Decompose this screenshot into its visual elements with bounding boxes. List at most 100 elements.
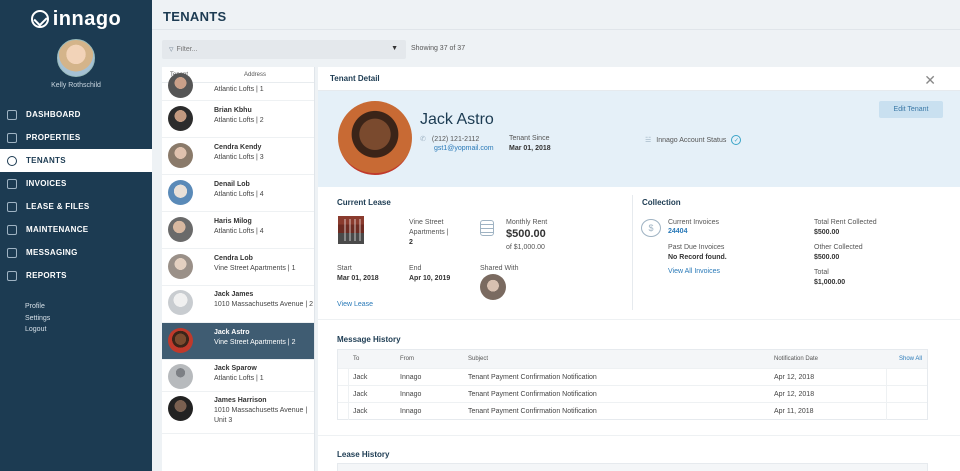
reports-icon [7,270,17,281]
column-date[interactable]: Notification Date [774,356,818,362]
table-row[interactable]: Jack Innago Tenant Payment Confirmation … [338,368,927,386]
nav-label: INVOICES [26,179,67,188]
user-avatar[interactable] [57,39,95,77]
result-count: Showing 37 of 37 [411,45,466,52]
tenant-name: James Harrison [214,397,267,404]
cell-divider [886,403,887,420]
tenant-avatar [168,106,193,131]
cell-divider [348,369,349,386]
tenant-address: 1010 Massachusetts Avenue | Unit 3 [214,407,308,424]
filter-input[interactable] [176,46,377,53]
nav-item-invoices[interactable]: INVOICES [0,172,152,195]
tenant-avatar [168,396,193,421]
lease-end-value: Apr 10, 2019 [409,275,451,282]
shared-with-label: Shared With [480,265,519,272]
brand-logo[interactable]: innago [0,2,152,36]
current-invoices-label: Current Invoices [668,219,719,226]
money-stack-icon [480,220,494,236]
tenant-name: Cendra Lob [214,255,253,262]
shared-tenant-avatar[interactable] [480,274,506,300]
tenant-name: Jack Sparow [214,365,257,372]
cell-divider [886,369,887,386]
tenant-since-value: Mar 01, 2018 [509,145,551,152]
column-from[interactable]: From [400,356,414,362]
show-all-link[interactable]: Show All [899,356,922,362]
detail-title: Tenant Detail [330,74,380,83]
nav-item-reports[interactable]: REPORTS [0,264,152,287]
list-item[interactable]: Jack James 1010 Massachusetts Avenue | 2 [162,286,314,323]
monthly-rent-label: Monthly Rent [506,219,548,226]
nav-item-messaging[interactable]: MESSAGING [0,241,152,264]
account-status-label: Innago Account Status [656,136,727,144]
edit-tenant-button[interactable]: Edit Tenant [879,101,943,118]
detail-header: Tenant Detail ✕ [318,67,960,91]
tenant-phone: ✆ (212) 121-2112 [420,135,479,143]
close-icon[interactable]: ✕ [924,72,936,89]
nav-item-lease-files[interactable]: LEASE & FILES [0,195,152,218]
list-item[interactable]: Brian Kbhu Atlantic Lofts | 2 [162,101,314,138]
lease-property: Vine Street Apartments | [409,219,449,236]
account-icon: ☱ [645,137,652,144]
view-lease-link[interactable]: View Lease [337,301,373,308]
list-item[interactable]: Cendra Kendy Atlantic Lofts | 3 [162,138,314,175]
nav-item-dashboard[interactable]: DASHBOARD [0,103,152,126]
nav-label: MESSAGING [26,248,78,257]
logo-icon [30,10,49,28]
settings-link[interactable]: Settings [25,313,152,325]
tenant-list: Tenant Address Atlantic Lofts | 1 Brian … [162,67,315,471]
list-item-selected[interactable]: Jack Astro Vine Street Apartments | 2 [162,323,314,360]
cell-to: Jack [353,373,368,381]
table-row[interactable]: Jack Innago Tenant Payment Confirmation … [338,385,927,403]
messaging-icon [7,247,17,258]
list-item[interactable]: Denail Lob Atlantic Lofts | 4 [162,175,314,212]
column-to[interactable]: To [353,356,359,362]
nav-item-maintenance[interactable]: MAINTENANCE [0,218,152,241]
cell-date: Apr 12, 2018 [774,390,815,398]
lease-end-label: End [409,265,422,272]
filter-box[interactable]: ▿ ▼ [162,40,406,59]
tenant-address: Atlantic Lofts | 4 [214,228,264,235]
nav-label: MAINTENANCE [26,225,89,234]
lease-files-icon [7,201,17,212]
profile-link[interactable]: Profile [25,301,152,313]
account-status: ☱ Innago Account Status ✓ [645,135,742,145]
list-item[interactable]: Atlantic Lofts | 1 [162,73,314,101]
nav-label: TENANTS [26,156,66,165]
nav-label: LEASE & FILES [26,202,90,211]
table-row[interactable]: Jack Innago Tenant Payment Confirmation … [338,402,927,420]
tenant-name: Jack James [214,291,254,298]
tenant-avatar [168,217,193,242]
cell-to: Jack [353,390,368,398]
current-lease-title: Current Lease [337,198,391,207]
list-item[interactable]: Cendra Lob Vine Street Apartments | 1 [162,249,314,286]
tenant-since-label: Tenant Since [509,135,550,142]
properties-icon [7,132,17,143]
nav-item-properties[interactable]: PROPERTIES [0,126,152,149]
list-item[interactable]: Jack Sparow Atlantic Lofts | 1 [162,360,314,392]
maintenance-icon [7,224,17,235]
total-rent-value: $500.00 [814,229,840,236]
dollar-icon: $ [641,219,661,237]
column-header-address[interactable]: Address [192,72,266,78]
caret-down-icon[interactable]: ▼ [391,45,398,52]
phone-icon: ✆ [420,136,426,143]
nav-item-tenants[interactable]: TENANTS [0,149,152,172]
nav-label: DASHBOARD [26,110,81,119]
other-collected-value: $500.00 [814,254,840,261]
check-circle-icon: ✓ [731,135,742,145]
collection-title: Collection [642,198,681,207]
tenant-email[interactable]: gst1@yopmail.com [434,145,494,152]
tenant-photo [338,101,412,175]
filter-icon: ▿ [169,44,174,54]
past-due-value: No Record found. [668,254,727,261]
list-item[interactable]: James Harrison 1010 Massachusetts Avenue … [162,392,314,434]
logout-link[interactable]: Logout [25,324,152,336]
view-all-invoices-link[interactable]: View All Invoices [668,268,720,275]
list-item[interactable]: Haris Milog Atlantic Lofts | 4 [162,212,314,249]
tenants-icon [7,155,17,166]
tenant-address: Atlantic Lofts | 4 [214,191,264,198]
current-invoices-value[interactable]: 24404 [668,228,687,235]
tenant-address: 1010 Massachusetts Avenue | 2 [214,301,313,308]
column-subject[interactable]: Subject [468,356,488,362]
cell-divider [348,386,349,403]
